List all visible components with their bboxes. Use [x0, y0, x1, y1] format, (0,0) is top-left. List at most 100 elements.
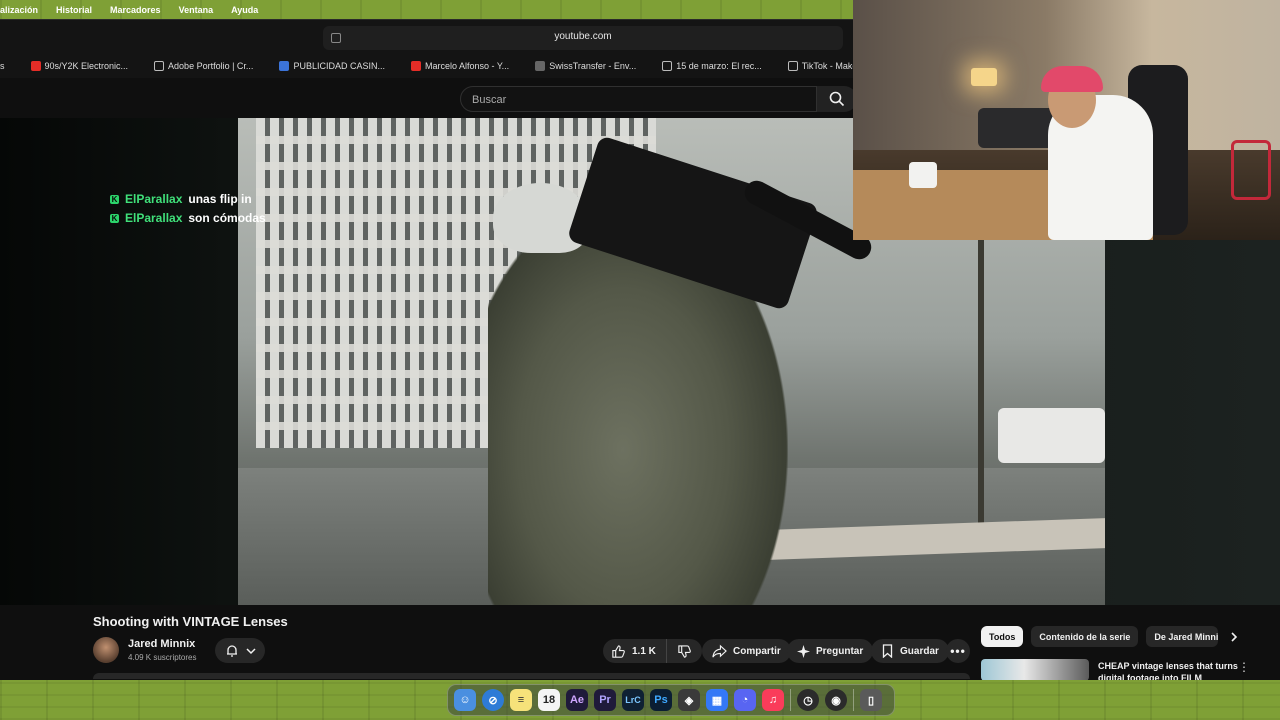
photoshop-icon[interactable]: Ps [650, 689, 672, 711]
video-frame-tree [978, 228, 984, 528]
share-icon [712, 644, 727, 657]
trash-icon[interactable]: ▯ [860, 689, 882, 711]
video-frame-van [998, 408, 1105, 463]
chips-next-button[interactable] [1226, 629, 1242, 645]
chip-from-channel[interactable]: De Jared Minnix [1146, 626, 1219, 647]
webcam-mug [909, 162, 937, 188]
bookmark-label: Adobe Portfolio | Cr... [168, 61, 254, 71]
premiere-icon[interactable]: Pr [594, 689, 616, 711]
menu-item-ayuda[interactable]: Ayuda [231, 5, 258, 15]
recommended-video-thumbnail[interactable] [981, 659, 1089, 681]
webcam-red-chair [1231, 140, 1271, 200]
bookmark-item[interactable]: PUBLICIDAD CASIN... [279, 61, 385, 71]
share-label: Compartir [733, 645, 781, 657]
chevron-down-icon [245, 647, 256, 654]
bookmark-item[interactable]: Adobe Portfolio | Cr... [154, 61, 253, 71]
search-input[interactable]: Buscar [460, 86, 817, 112]
safari-icon[interactable]: ⊘ [482, 689, 504, 711]
thumbs-down-icon [678, 644, 691, 658]
keynote-icon[interactable]: ▦ [706, 689, 728, 711]
notes-icon[interactable]: ≡ [510, 689, 532, 711]
more-horizontal-icon: ••• [950, 644, 966, 658]
recommended-video-title[interactable]: CHEAP vintage lenses that turns digital … [1098, 660, 1238, 680]
youtube-favicon-icon [410, 61, 421, 71]
obs-icon[interactable]: ◉ [825, 689, 847, 711]
share-button[interactable]: Compartir [702, 639, 791, 663]
chat-username: ElParallax [125, 192, 183, 206]
bookmark-item[interactable]: TikTok - Make [787, 61, 853, 71]
bookmarks-bar: s 90s/Y2K Electronic... Adobe Portfolio … [0, 54, 853, 78]
bookmark-item[interactable]: 90s/Y2K Electronic... [30, 61, 129, 71]
chip-series[interactable]: Contenido de la serie [1031, 626, 1139, 647]
swisstransfer-favicon-icon [535, 61, 546, 71]
bookmark-item[interactable]: 15 de marzo: El rec... [662, 61, 762, 71]
bell-icon [226, 644, 237, 657]
address-url: youtube.com [554, 31, 612, 42]
bookmark-item[interactable]: s [0, 61, 5, 71]
davinci-icon[interactable]: ◈ [678, 689, 700, 711]
youtube-favicon-icon [30, 61, 41, 71]
address-bar[interactable]: youtube.com [323, 26, 843, 50]
bookmark-label: s [0, 61, 5, 71]
subscriber-count: 4.09 K suscriptores [128, 653, 197, 662]
tiktok-favicon-icon [662, 61, 673, 71]
chevron-right-icon [1231, 632, 1238, 642]
bookmark-icon [882, 644, 893, 658]
recommendation-filter-chips: Todos Contenido de la serie De Jared Min… [981, 626, 1219, 647]
chat-message: K ElParallax unas flip in [110, 192, 252, 206]
bookmark-label: PUBLICIDAD CASIN... [293, 61, 385, 71]
youtube-header: Buscar [0, 78, 857, 118]
after-effects-icon[interactable]: Ae [566, 689, 588, 711]
macos-dock: ☺ ⊘ ≡ 18 Ae Pr LrC Ps ◈ ▦ ◔ ♫ ◷ ◉ ▯ [447, 684, 895, 716]
bookmark-label: SwissTransfer - Env... [549, 61, 637, 71]
channel-avatar[interactable] [93, 637, 119, 663]
dock-separator [790, 689, 791, 711]
ask-label: Preguntar [816, 645, 864, 657]
bookmark-label: 90s/Y2K Electronic... [44, 61, 129, 71]
more-actions-button[interactable]: ••• [946, 639, 970, 663]
bookmark-favicon-icon [279, 61, 290, 71]
save-label: Guardar [900, 645, 939, 657]
video-title: Shooting with VINTAGE Lenses [93, 614, 288, 629]
sparkle-icon [797, 644, 810, 658]
channel-name[interactable]: Jared Minnix [128, 638, 195, 650]
screen: alización Historial Marcadores Ventana A… [0, 0, 1280, 720]
bookmark-item[interactable]: SwissTransfer - Env... [535, 61, 636, 71]
tiktok-favicon-icon [787, 61, 798, 71]
finder-icon[interactable]: ☺ [454, 689, 476, 711]
search-icon [829, 91, 845, 107]
like-button[interactable]: 1.1 K [611, 639, 667, 663]
menu-item-actualizacion[interactable]: alización [0, 5, 38, 15]
bookmark-item[interactable]: Marcelo Alfonso - Y... [410, 61, 510, 71]
description-box[interactable] [93, 673, 970, 679]
ask-button[interactable]: Preguntar [787, 639, 874, 663]
bookmark-label: Marcelo Alfonso - Y... [424, 61, 510, 71]
search-button[interactable] [817, 86, 857, 112]
notifications-button[interactable] [215, 638, 265, 663]
chip-todos[interactable]: Todos [981, 626, 1024, 647]
menu-item-marcadores[interactable]: Marcadores [110, 5, 161, 15]
webcam-streamer-cap [1041, 66, 1103, 92]
calendar-icon[interactable]: 18 [538, 689, 560, 711]
save-button[interactable]: Guardar [871, 639, 949, 663]
like-count: 1.1 K [632, 645, 656, 657]
chat-message: K ElParallax son cómodas [110, 211, 266, 225]
chat-username: ElParallax [125, 211, 183, 225]
webcam-overlay [853, 0, 1280, 240]
webcam-lamp [971, 68, 997, 86]
chat-text: son cómodas [188, 211, 266, 225]
bookmark-label: 15 de marzo: El rec... [676, 61, 762, 71]
browser-toolbar: youtube.com [0, 19, 853, 54]
music-icon[interactable]: ♫ [762, 689, 784, 711]
activity-icon[interactable]: ◷ [797, 689, 819, 711]
recommended-more-icon[interactable]: ⋮ [1238, 660, 1250, 674]
kick-icon: K [110, 194, 119, 204]
like-dislike-group: 1.1 K [603, 639, 702, 663]
dislike-button[interactable] [667, 639, 702, 663]
lightroom-classic-icon[interactable]: LrC [622, 689, 644, 711]
menu-item-historial[interactable]: Historial [56, 5, 92, 15]
discord-icon[interactable]: ◔ [734, 689, 756, 711]
menu-item-ventana[interactable]: Ventana [179, 5, 214, 15]
thumbs-up-icon [612, 644, 625, 658]
adobe-portfolio-favicon-icon [154, 61, 165, 71]
